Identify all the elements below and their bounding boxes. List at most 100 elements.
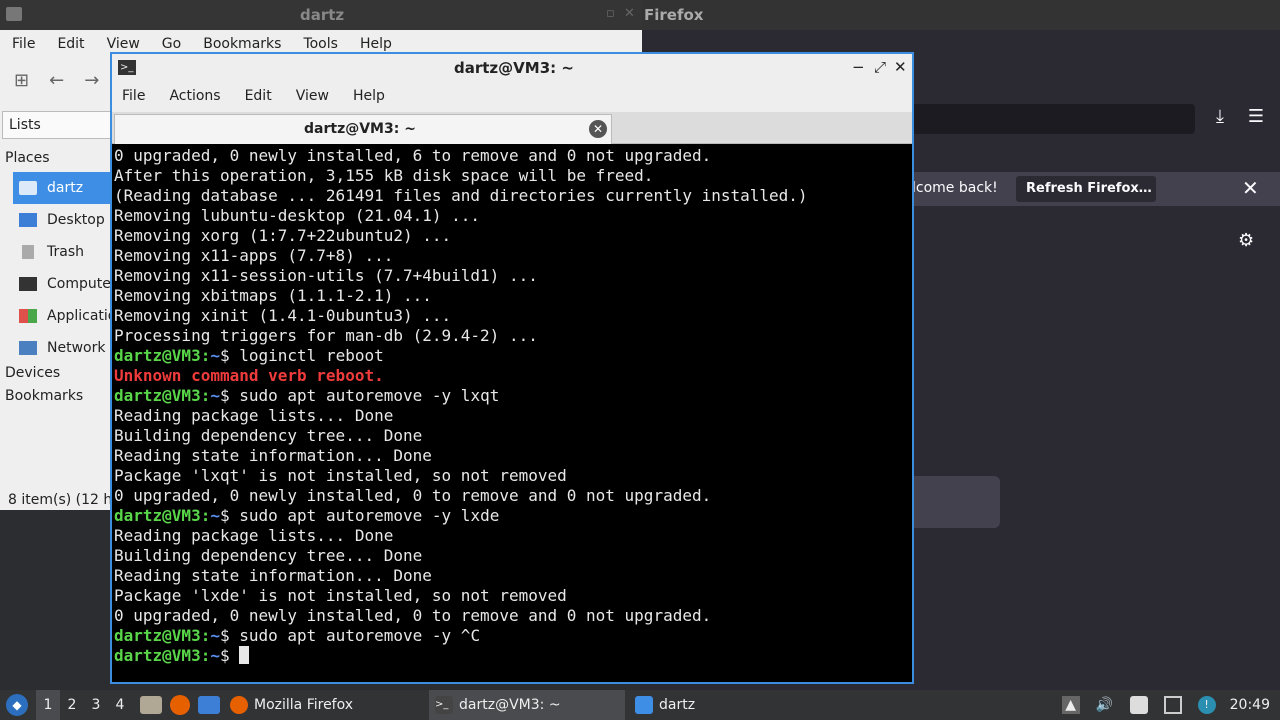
status-bar-text: 8 item(s) (12 hi xyxy=(8,492,117,508)
terminal-window-icon: >_ xyxy=(118,60,136,75)
workspace-4[interactable]: 4 xyxy=(108,697,132,713)
forward-arrow-icon[interactable]: → xyxy=(84,70,99,91)
task-terminal[interactable]: >_ dartz@VM3: ~ xyxy=(429,690,626,720)
maximize-button[interactable]: ⤢ xyxy=(874,58,886,76)
menu-edit[interactable]: Edit xyxy=(57,36,84,60)
place-item-network[interactable]: Network xyxy=(13,332,123,364)
terminal-line: Unknown command verb reboot. xyxy=(114,366,384,385)
file-manager-titlebar[interactable]: dartz ▫ ✕ xyxy=(0,0,642,30)
close-notification-icon[interactable]: ✕ xyxy=(1242,176,1259,200)
terminal-tab[interactable]: dartz@VM3: ~ ✕ xyxy=(114,114,612,144)
applications-icon xyxy=(19,309,37,323)
terminal-titlebar[interactable]: >_ dartz@VM3: ~ − ⤢ ✕ xyxy=(112,54,912,82)
place-item-applications[interactable]: Applications xyxy=(13,300,123,332)
menu-file[interactable]: File xyxy=(12,36,35,60)
start-menu-icon[interactable]: ◆ xyxy=(6,694,28,716)
side-pane-mode-select[interactable]: Lists xyxy=(2,111,122,139)
task-firefox[interactable]: Mozilla Firefox xyxy=(224,690,359,720)
volume-icon[interactable]: 🔊 xyxy=(1096,696,1114,714)
prompt-path: ~ xyxy=(210,346,220,365)
menu-file[interactable]: File xyxy=(122,88,145,112)
network-status-icon[interactable] xyxy=(1163,696,1182,714)
firefox-notification-bar: lcome back! Refresh Firefox… ✕ xyxy=(912,172,1280,206)
terminal-line: Reading package lists... Done xyxy=(114,406,394,425)
terminal-line: dartz@VM3:~$ sudo apt autoremove -y ^C xyxy=(114,626,481,645)
task-file-manager[interactable]: dartz xyxy=(629,690,701,720)
file-manager-window-icon xyxy=(6,7,22,21)
firefox-launcher-icon[interactable] xyxy=(170,695,190,715)
terminal-line: Reading state information... Done xyxy=(114,446,432,465)
terminal-line: (Reading database ... 261491 files and d… xyxy=(114,186,808,205)
place-item-dartz[interactable]: dartz xyxy=(13,172,123,204)
task-label: dartz xyxy=(659,697,696,713)
minimize-button[interactable]: − xyxy=(852,58,865,76)
bookmarks-heading[interactable]: Bookmarks xyxy=(5,388,83,404)
home-folder-icon xyxy=(19,181,37,195)
download-icon[interactable]: ⤓ xyxy=(1208,106,1232,130)
update-notifier-icon[interactable]: ! xyxy=(1197,696,1216,714)
terminal-line: 0 upgraded, 0 newly installed, 6 to remo… xyxy=(114,146,712,165)
place-label: Desktop xyxy=(47,212,105,228)
desktop-icon xyxy=(19,213,37,227)
firefox-content-card[interactable] xyxy=(912,476,1000,528)
maximize-button[interactable]: ▫ xyxy=(606,6,615,21)
show-desktop-icon[interactable] xyxy=(140,696,162,714)
close-tab-icon[interactable]: ✕ xyxy=(589,120,607,138)
place-label: Network xyxy=(47,340,106,356)
menu-edit[interactable]: Edit xyxy=(245,88,272,112)
refresh-firefox-button[interactable]: Refresh Firefox… xyxy=(1016,176,1156,202)
close-button[interactable]: ✕ xyxy=(894,58,907,76)
terminal-line: dartz@VM3:~$ sudo apt autoremove -y lxde xyxy=(114,506,500,525)
firefox-icon xyxy=(230,696,248,714)
workspace-1[interactable]: 1 xyxy=(36,690,60,720)
task-label: dartz@VM3: ~ xyxy=(459,697,561,713)
terminal-line: After this operation, 3,155 kB disk spac… xyxy=(114,166,654,185)
file-manager-launcher-icon[interactable] xyxy=(198,696,220,714)
folder-icon xyxy=(635,696,654,714)
place-item-computer[interactable]: Computer xyxy=(13,268,123,300)
terminal-line: Building dependency tree... Done xyxy=(114,546,423,565)
firefox-titlebar[interactable]: Firefox xyxy=(640,0,1280,30)
menu-help[interactable]: Help xyxy=(353,88,385,112)
place-item-trash[interactable]: Trash xyxy=(13,236,123,268)
task-label: Mozilla Firefox xyxy=(254,697,354,713)
close-button[interactable]: ✕ xyxy=(624,6,635,21)
clock: 20:49 xyxy=(1229,697,1270,713)
terminal-line: Reading state information... Done xyxy=(114,566,432,585)
hamburger-menu-icon[interactable]: ☰ xyxy=(1244,106,1268,130)
text-cursor xyxy=(239,646,250,664)
back-arrow-icon[interactable]: ← xyxy=(49,70,64,91)
prompt-user: dartz@VM3 xyxy=(114,346,201,365)
places-heading[interactable]: Places xyxy=(5,150,50,166)
terminal-line: Removing xorg (1:7.7+22ubuntu2) ... xyxy=(114,226,452,245)
terminal-icon: >_ xyxy=(435,696,454,714)
place-item-desktop[interactable]: Desktop xyxy=(13,204,123,236)
menu-actions[interactable]: Actions xyxy=(169,88,220,112)
computer-icon xyxy=(19,277,37,291)
workspace-2[interactable]: 2 xyxy=(60,697,84,713)
prompt-user: dartz@VM3 xyxy=(114,506,201,525)
devices-heading[interactable]: Devices xyxy=(5,365,60,381)
places-list: dartz Desktop Trash Computer Application… xyxy=(13,172,123,364)
gear-icon[interactable]: ⚙ xyxy=(1238,230,1254,251)
terminal-line: dartz@VM3:~$ sudo apt autoremove -y lxqt xyxy=(114,386,500,405)
file-manager-title: dartz xyxy=(300,6,345,24)
prompt-path: ~ xyxy=(210,386,220,405)
new-tab-icon[interactable]: ⊞ xyxy=(14,70,29,91)
command-text: loginctl reboot xyxy=(239,346,384,365)
file-manager-toolbar: ⊞ ← → xyxy=(14,70,99,91)
workspace-3[interactable]: 3 xyxy=(84,697,108,713)
command-text: sudo apt autoremove -y ^C xyxy=(239,626,481,645)
terminal-line: Package 'lxqt' is not installed, so not … xyxy=(114,466,567,485)
terminal-output[interactable]: 0 upgraded, 0 newly installed, 6 to remo… xyxy=(114,146,910,680)
command-text: sudo apt autoremove -y lxde xyxy=(239,506,500,525)
terminal-menubar: File Actions Edit View Help xyxy=(112,82,912,112)
menu-view[interactable]: View xyxy=(296,88,329,112)
firefox-url-bar[interactable] xyxy=(912,104,1195,134)
tray-arrow-icon[interactable]: ▲ xyxy=(1061,696,1080,714)
prompt-user: dartz@VM3 xyxy=(114,646,201,665)
terminal-line: Building dependency tree... Done xyxy=(114,426,423,445)
clipboard-icon[interactable] xyxy=(1129,696,1148,714)
command-text: sudo apt autoremove -y lxqt xyxy=(239,386,500,405)
prompt-user: dartz@VM3 xyxy=(114,386,201,405)
